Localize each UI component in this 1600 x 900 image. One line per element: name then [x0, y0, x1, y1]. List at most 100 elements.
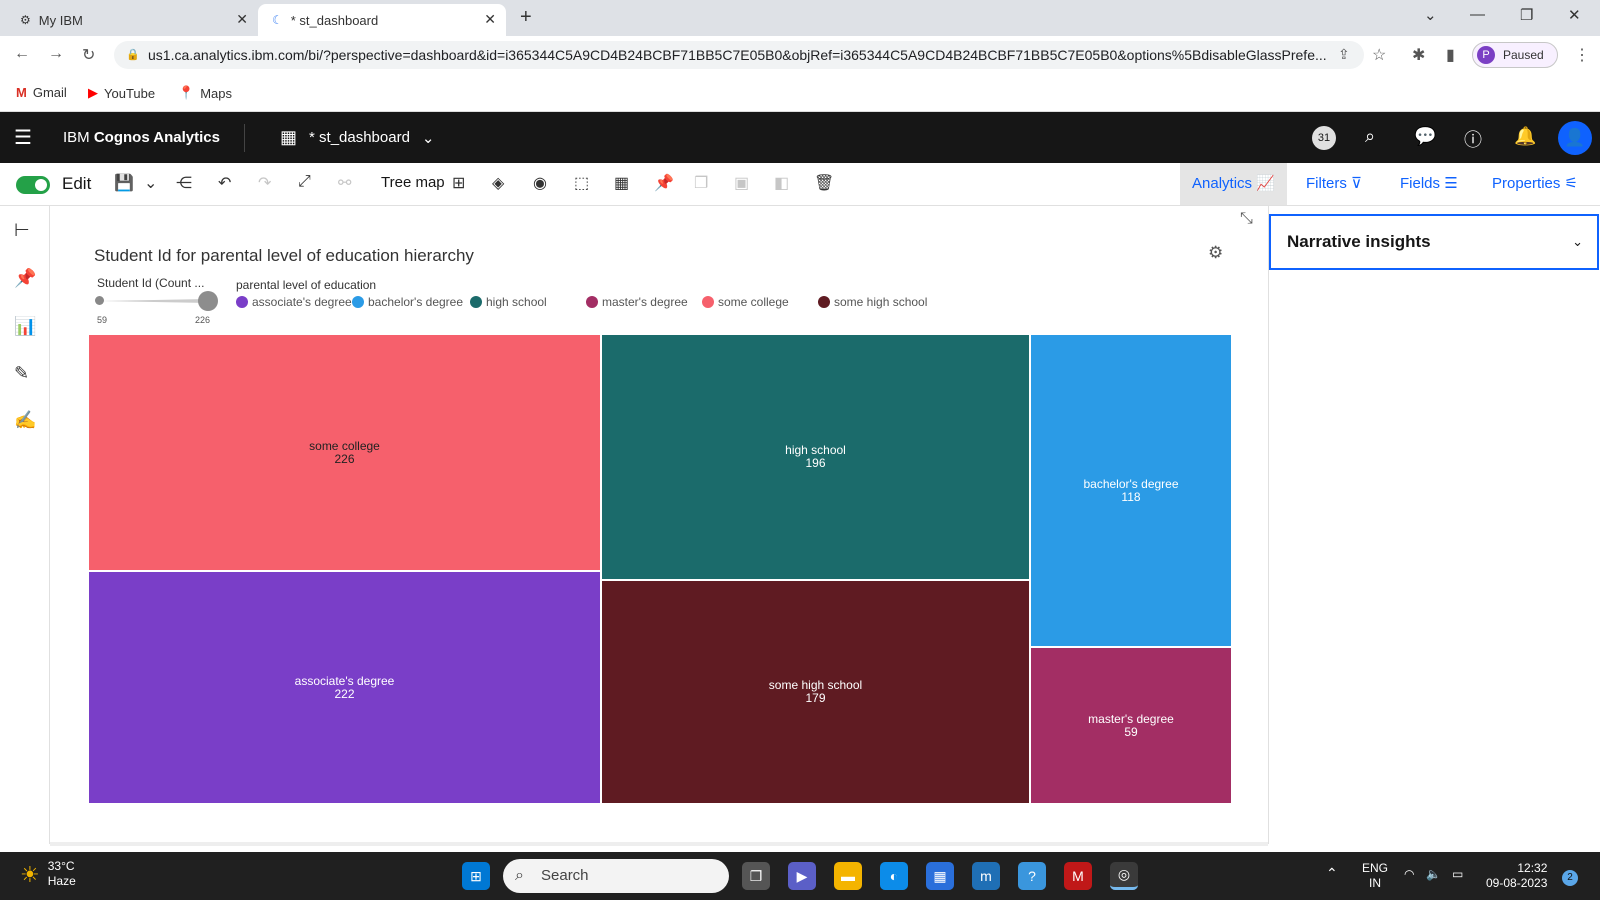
- delete-icon[interactable]: 🗑: [814, 173, 834, 193]
- treemap-cell[interactable]: some high school 179: [601, 580, 1030, 804]
- treemap-cell[interactable]: some college 226: [88, 334, 601, 571]
- legend-item[interactable]: associate's degree: [236, 295, 352, 309]
- link-icon[interactable]: ⚯: [338, 173, 351, 193]
- back-icon[interactable]: ←: [14, 45, 30, 63]
- share-icon[interactable]: ⋲: [176, 173, 192, 193]
- bookmark-youtube[interactable]: ▶ YouTube: [88, 85, 155, 101]
- narrative-insights-header[interactable]: Narrative insights ⌄: [1269, 214, 1599, 270]
- file-explorer-icon[interactable]: ▬: [834, 862, 862, 890]
- pin-icon[interactable]: 📌: [14, 268, 36, 289]
- hamburger-menu-icon[interactable]: ☰: [14, 125, 32, 150]
- profile-button[interactable]: P Paused: [1472, 42, 1558, 68]
- battery-icon[interactable]: ▭: [1452, 867, 1463, 882]
- edge-icon[interactable]: ◐: [880, 862, 908, 890]
- store-icon[interactable]: ▦: [926, 862, 954, 890]
- color-icon[interactable]: ◈: [492, 173, 504, 193]
- treemap-cell[interactable]: high school 196: [601, 334, 1030, 580]
- browser-menu-icon[interactable]: ⋮: [1574, 45, 1590, 65]
- pin-icon[interactable]: 📌: [654, 173, 674, 193]
- date: 09-08-2023: [1486, 876, 1548, 890]
- close-tab-icon[interactable]: ✕: [484, 11, 496, 28]
- browser-tab-st-dashboard[interactable]: ☾ * st_dashboard ✕: [258, 4, 506, 36]
- help-app-icon[interactable]: ?: [1018, 862, 1046, 890]
- notifications-icon[interactable]: 🔔: [1514, 126, 1536, 147]
- data-tree-icon[interactable]: ⊢: [14, 220, 30, 241]
- mcafee-app-icon[interactable]: m: [972, 862, 1000, 890]
- drill-icon[interactable]: ◉: [533, 173, 547, 193]
- treemap-cell[interactable]: master's degree 59: [1030, 647, 1232, 804]
- browser-tab-my-ibm[interactable]: ⚙ My IBM ✕: [8, 4, 258, 36]
- chat-icon[interactable]: 💬: [1414, 126, 1436, 147]
- save-menu-chevron-icon[interactable]: ⌄: [144, 173, 157, 193]
- url-field[interactable]: 🔒 us1.ca.analytics.ibm.com/bi/?perspecti…: [114, 41, 1364, 69]
- tab-filters[interactable]: Filters ⊽: [1294, 163, 1374, 205]
- close-tab-icon[interactable]: ✕: [236, 11, 248, 28]
- windows-start-icon[interactable]: ⊞: [462, 862, 490, 890]
- redo-icon[interactable]: ↷: [258, 173, 271, 193]
- volume-icon[interactable]: 🔈: [1426, 867, 1441, 882]
- tab-fields[interactable]: Fields ☰: [1388, 163, 1470, 205]
- help-icon[interactable]: ⓘ: [1464, 126, 1482, 152]
- minimize-button[interactable]: —: [1470, 6, 1485, 23]
- teams-icon[interactable]: ▶: [788, 862, 816, 890]
- slider-track: [98, 299, 208, 303]
- chart-type-label[interactable]: Tree map: [381, 174, 445, 191]
- side-panel-icon[interactable]: ▮: [1446, 45, 1455, 65]
- slider-min-handle[interactable]: [95, 296, 104, 305]
- legend-item[interactable]: master's degree: [586, 295, 688, 309]
- duplicate-icon[interactable]: ◧: [774, 173, 789, 193]
- copy-icon[interactable]: ❐: [694, 173, 708, 193]
- tab-properties[interactable]: Properties ⚟: [1480, 163, 1590, 205]
- tab-search-icon[interactable]: ⌄: [1424, 6, 1437, 24]
- reload-icon[interactable]: ↻: [82, 45, 95, 65]
- settings-icon[interactable]: ⚙: [1208, 243, 1223, 263]
- mcafee-shield-icon[interactable]: M: [1064, 862, 1092, 890]
- undo-icon[interactable]: ↶: [218, 173, 231, 193]
- extensions-icon[interactable]: ✱: [1412, 45, 1425, 65]
- restore-button[interactable]: ❐: [1520, 6, 1533, 24]
- legend-item[interactable]: bachelor's degree: [352, 295, 463, 309]
- treemap-cell[interactable]: associate's degree 222: [88, 571, 601, 804]
- legend-item[interactable]: some college: [702, 295, 789, 309]
- paste-icon[interactable]: ▣: [734, 173, 749, 193]
- taskbar-search[interactable]: ⌕ Search: [503, 859, 729, 893]
- share-icon[interactable]: ⇪: [1338, 46, 1350, 63]
- table-icon[interactable]: ▦: [614, 173, 629, 193]
- focus-icon[interactable]: ⬚: [574, 173, 589, 193]
- user-icon[interactable]: 👤: [1558, 121, 1592, 155]
- legend-item[interactable]: some high school: [818, 295, 927, 309]
- weather-widget[interactable]: ☀ 33°C Haze: [20, 859, 76, 889]
- language-indicator[interactable]: ENG IN: [1362, 861, 1388, 891]
- chevron-up-icon[interactable]: ⌃: [1326, 866, 1338, 881]
- clock[interactable]: 12:32 09-08-2023: [1486, 861, 1547, 891]
- wifi-icon[interactable]: ◠: [1404, 867, 1414, 882]
- treemap-cell[interactable]: bachelor's degree 118: [1030, 334, 1232, 647]
- edit-toggle[interactable]: [16, 176, 50, 194]
- badge-counter[interactable]: 31: [1312, 126, 1336, 150]
- chrome-icon[interactable]: ◎: [1110, 862, 1138, 890]
- treemap[interactable]: some college 226 associate's degree 222 high…: [88, 334, 1232, 804]
- bookmark-gmail[interactable]: M Gmail: [16, 85, 67, 100]
- dashboard-switcher[interactable]: ▦ * st_dashboard ⌄: [280, 127, 435, 148]
- legend-item[interactable]: high school: [470, 295, 547, 309]
- bookmark-maps[interactable]: 📍 Maps: [178, 85, 232, 101]
- treemap-icon[interactable]: ⊞: [452, 173, 465, 193]
- tab-analytics[interactable]: Analytics 📈: [1180, 163, 1287, 205]
- slider-max-handle[interactable]: [198, 291, 218, 311]
- forward-icon[interactable]: →: [48, 45, 64, 63]
- collapse-icon[interactable]: ⤡: [1240, 210, 1253, 228]
- search-icon[interactable]: ⌕: [1365, 126, 1375, 147]
- horizontal-scrollbar[interactable]: [50, 842, 1268, 846]
- expand-icon[interactable]: ⤢: [298, 173, 311, 191]
- new-tab-button[interactable]: +: [520, 6, 532, 29]
- loading-icon: ☾: [272, 13, 283, 27]
- save-icon[interactable]: 💾: [114, 173, 134, 193]
- assistant-icon[interactable]: ✍: [14, 410, 36, 431]
- notification-count[interactable]: 2: [1562, 870, 1578, 886]
- size-range-slider[interactable]: [95, 291, 218, 311]
- widgets-icon[interactable]: ✎: [14, 363, 29, 384]
- bookmark-star-icon[interactable]: ☆: [1372, 45, 1386, 65]
- visualizations-icon[interactable]: 📊: [14, 316, 36, 337]
- task-view-icon[interactable]: ❐: [742, 862, 770, 890]
- close-window-button[interactable]: ✕: [1568, 6, 1581, 24]
